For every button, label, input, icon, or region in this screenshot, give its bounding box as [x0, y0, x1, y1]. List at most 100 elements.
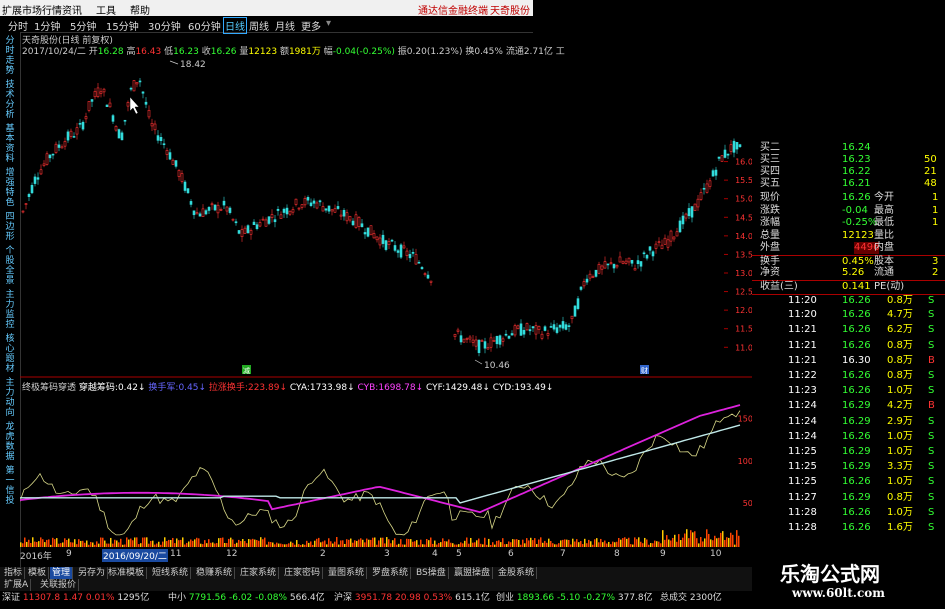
indicator-bar — [622, 538, 624, 547]
indicator-bar — [324, 540, 326, 547]
indicator-bar — [588, 539, 590, 547]
index-change: -6.02 — [228, 593, 253, 603]
vtab-first-invest[interactable]: 第一信投 — [3, 466, 17, 506]
tick-time: 11:25 — [788, 461, 817, 473]
template-tab[interactable]: 赢盟操盘 — [452, 567, 494, 579]
tab-1min[interactable]: 1分钟 — [34, 18, 60, 33]
menu-item-news[interactable]: 资讯 — [62, 2, 82, 17]
candle-body — [498, 335, 502, 345]
date-label: 11 — [170, 549, 182, 559]
candle-body — [60, 146, 64, 149]
vtab-core-theme[interactable]: 核心题材 — [3, 334, 17, 374]
index-item[interactable]: 总成交 2300亿 — [660, 591, 722, 605]
candle-body — [288, 210, 292, 215]
template-tab[interactable]: 另存为 — [76, 567, 109, 579]
menu-link-stock[interactable]: 天奇股份 — [490, 2, 530, 17]
indicator-bar — [658, 541, 660, 547]
indicator-tick-label: 1500 — [738, 415, 752, 424]
template-tab[interactable]: 庄家系统 — [238, 567, 280, 579]
indicator-bar — [420, 539, 422, 547]
menu-item-help[interactable]: 帮助 — [130, 2, 150, 17]
date-label: 7 — [560, 549, 566, 559]
chevron-down-icon[interactable]: ▾ — [326, 18, 331, 29]
tab-extension-a[interactable]: 扩展A — [2, 579, 32, 591]
vtab-quad[interactable]: 四边形 — [3, 212, 17, 242]
candle-body — [315, 202, 319, 209]
indicator-name[interactable]: 终极筹码穿透 — [22, 383, 76, 393]
tick-price: 16.26 — [842, 370, 871, 381]
tab-more[interactable]: 更多 — [301, 18, 321, 33]
menu-item-tools[interactable]: 工具 — [96, 2, 116, 17]
indicator-bar — [702, 541, 704, 547]
order-label: 买三 — [760, 154, 780, 165]
indicator-bar — [242, 539, 244, 547]
tab-monthly[interactable]: 月线 — [275, 18, 295, 33]
indicator-bar — [418, 544, 420, 547]
indicator-bar — [378, 540, 380, 547]
tab-5min[interactable]: 5分钟 — [70, 18, 96, 33]
indicator-bar — [288, 543, 290, 547]
candle-body — [390, 239, 394, 242]
template-tab[interactable]: 指标 — [2, 567, 26, 579]
tab-15min[interactable]: 15分钟 — [106, 18, 139, 33]
vtab-basic-info[interactable]: 基本资料 — [3, 124, 17, 164]
indicator-bar — [456, 544, 458, 547]
template-tab[interactable]: 标准模板 — [106, 567, 148, 579]
tab-60min[interactable]: 60分钟 — [188, 18, 221, 33]
index-name: 中小 — [168, 593, 187, 603]
candle-body — [699, 192, 703, 200]
price-tick-label: 12.50 — [735, 288, 752, 297]
tab-30min[interactable]: 30分钟 — [148, 18, 181, 33]
tab-related-quotes[interactable]: 关联报价 — [38, 579, 80, 591]
indicator-bar — [236, 542, 238, 547]
template-tab[interactable]: BS操盘 — [414, 567, 449, 579]
indicator-bar — [92, 542, 94, 547]
vtab-panorama[interactable]: 个股全景 — [3, 246, 17, 286]
template-tab[interactable]: 庄家密码 — [282, 567, 324, 579]
index-amount: 615.1亿 — [455, 593, 490, 603]
candle-body — [549, 326, 553, 328]
vtab-technical[interactable]: 技术分析 — [3, 80, 17, 120]
tick-volume: 0.8万 — [887, 295, 913, 306]
index-item[interactable]: 深证 11307.8 1.47 0.01% 1295亿 — [2, 591, 149, 605]
chart-canvas[interactable]: 18.42 10.46 16.00 15.50 15.00 14.50 14.00 13.… — [20, 55, 752, 567]
vtab-main-trend[interactable]: 主力动向 — [3, 378, 17, 418]
indicator-bar — [678, 534, 680, 547]
template-tab[interactable]: 罗盘系统 — [370, 567, 412, 579]
tab-daily[interactable]: 日线 — [223, 17, 247, 34]
indicator-bar — [396, 544, 398, 547]
index-item[interactable]: 沪深 3951.78 20.98 0.53% 615.1亿 — [334, 591, 490, 605]
template-tab[interactable]: 金股系统 — [496, 567, 538, 579]
candle-body — [198, 213, 202, 217]
candle-body — [561, 321, 565, 329]
indicator-y-axis: 1500 1000 500 — [738, 415, 752, 508]
indicator-bar — [310, 541, 312, 547]
template-tab[interactable]: 短线系统 — [150, 567, 192, 579]
index-item[interactable]: 创业 1893.66 -5.10 -0.27% 377.8亿 — [496, 591, 653, 605]
template-tab[interactable]: 管理 — [50, 567, 74, 579]
template-tab[interactable]: 稳赚系统 — [194, 567, 236, 579]
vtab-intraday[interactable]: 分时走势 — [3, 36, 17, 76]
indicator-bar — [290, 541, 292, 547]
date-label: 6 — [508, 549, 514, 559]
vtab-enhanced[interactable]: 增强特色 — [3, 168, 17, 208]
candle-body — [258, 222, 262, 227]
vtab-dragon-tiger[interactable]: 龙虎数据 — [3, 422, 17, 462]
index-value: 2300亿 — [689, 593, 722, 603]
indicator-bar — [390, 543, 392, 547]
indicator-bar — [172, 537, 174, 547]
index-item[interactable]: 中小 7791.56 -6.02 -0.08% 566.4亿 — [168, 591, 325, 605]
tab-weekly[interactable]: 周线 — [249, 18, 269, 33]
candle-body — [363, 232, 367, 235]
candle-body — [153, 123, 157, 131]
menu-link-terminal[interactable]: 通达信金融终端 — [418, 2, 488, 17]
menu-item-market[interactable]: 扩展市场行情 — [2, 2, 62, 17]
indicator-bar — [578, 542, 580, 547]
template-tab[interactable]: 量图系统 — [326, 567, 368, 579]
candle-body — [249, 230, 253, 235]
indicator-bar — [480, 543, 482, 547]
tab-intraday[interactable]: 分时 — [8, 18, 28, 33]
indicator-bar — [562, 539, 564, 547]
template-tab[interactable]: 模板 — [26, 567, 50, 579]
vtab-main-monitor[interactable]: 主力监控 — [3, 290, 17, 330]
